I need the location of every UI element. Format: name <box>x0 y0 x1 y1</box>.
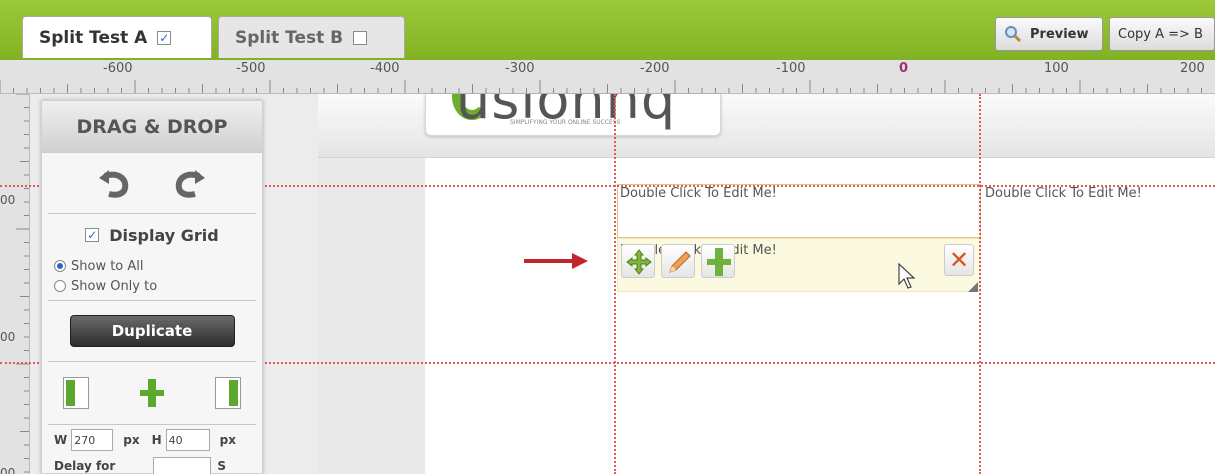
show-to-all-option[interactable]: Show to All <box>42 256 262 276</box>
align-left-button[interactable] <box>63 377 89 409</box>
close-icon: ✕ <box>948 246 970 274</box>
undo-icon[interactable] <box>97 168 131 198</box>
ruler-ticks <box>16 94 29 473</box>
vertical-guide-line[interactable] <box>614 94 616 474</box>
pencil-icon <box>669 251 691 273</box>
edit-button[interactable] <box>661 244 695 278</box>
delay-control: Delay for S <box>54 457 226 474</box>
align-right-icon <box>229 380 238 406</box>
mouse-cursor-icon <box>898 262 916 289</box>
align-left-icon <box>66 380 75 406</box>
tab-label: Split Test B <box>235 27 344 48</box>
redo-icon[interactable] <box>173 168 207 198</box>
editable-text[interactable]: Double Click To Edit Me! <box>985 186 1142 201</box>
delete-button[interactable]: ✕ <box>944 244 974 276</box>
display-grid-toggle[interactable]: ✓ Display Grid <box>42 214 262 256</box>
top-toolbar: Split Test A ✓ Split Test B Preview Copy… <box>0 0 1215 60</box>
add-column-icon[interactable] <box>137 377 167 409</box>
vertical-ruler: 00 00 00 <box>0 94 30 474</box>
move-button[interactable] <box>621 244 655 278</box>
add-column-button[interactable] <box>701 244 735 278</box>
tab-a-checkbox[interactable]: ✓ <box>157 30 172 45</box>
tab-split-test-b[interactable]: Split Test B <box>218 16 405 58</box>
horizontal-ruler: -600 -500 -400 -300 -200 -100 0 100 200 <box>0 60 1215 94</box>
move-icon <box>626 249 652 275</box>
split-column-icon <box>707 248 731 276</box>
size-controls: W 270 px H 40 px <box>42 425 262 455</box>
display-grid-checkbox[interactable]: ✓ <box>85 228 100 242</box>
history-controls <box>42 153 262 213</box>
column-controls <box>42 362 262 424</box>
resize-handle-icon[interactable] <box>968 282 978 292</box>
vertical-guide-line[interactable] <box>979 94 981 474</box>
radio-show-only[interactable] <box>54 280 66 292</box>
divider <box>48 300 256 301</box>
show-only-to-option[interactable]: Show Only to <box>42 276 262 296</box>
preview-button[interactable]: Preview <box>995 17 1103 51</box>
panel-title: DRAG & DROP <box>42 101 262 153</box>
magnifier-icon <box>1005 26 1022 43</box>
ruler-ticks <box>0 80 1202 93</box>
editable-text[interactable]: Double Click To Edit Me! <box>620 186 777 201</box>
fusionhq-logo: usionhq SIMPLIFYING YOUR ONLINE SUCCESS <box>425 94 721 136</box>
tab-label: Split Test A <box>39 27 148 48</box>
arrow-indicator-icon <box>524 253 588 269</box>
tab-b-checkbox[interactable] <box>353 30 368 45</box>
copy-a-to-b-button[interactable]: Copy A => B <box>1109 17 1215 51</box>
duplicate-button[interactable]: Duplicate <box>69 315 235 347</box>
align-right-button[interactable] <box>215 377 241 409</box>
height-input[interactable]: 40 <box>165 429 210 451</box>
width-input[interactable]: 270 <box>71 429 114 451</box>
drag-drop-panel: DRAG & DROP ✓ Display Grid Show to All S… <box>41 100 263 474</box>
delay-input[interactable] <box>153 457 212 474</box>
editor-window: Split Test A ✓ Split Test B Preview Copy… <box>0 0 1215 474</box>
radio-show-all[interactable] <box>54 260 66 272</box>
tab-split-test-a[interactable]: Split Test A ✓ <box>22 16 212 58</box>
